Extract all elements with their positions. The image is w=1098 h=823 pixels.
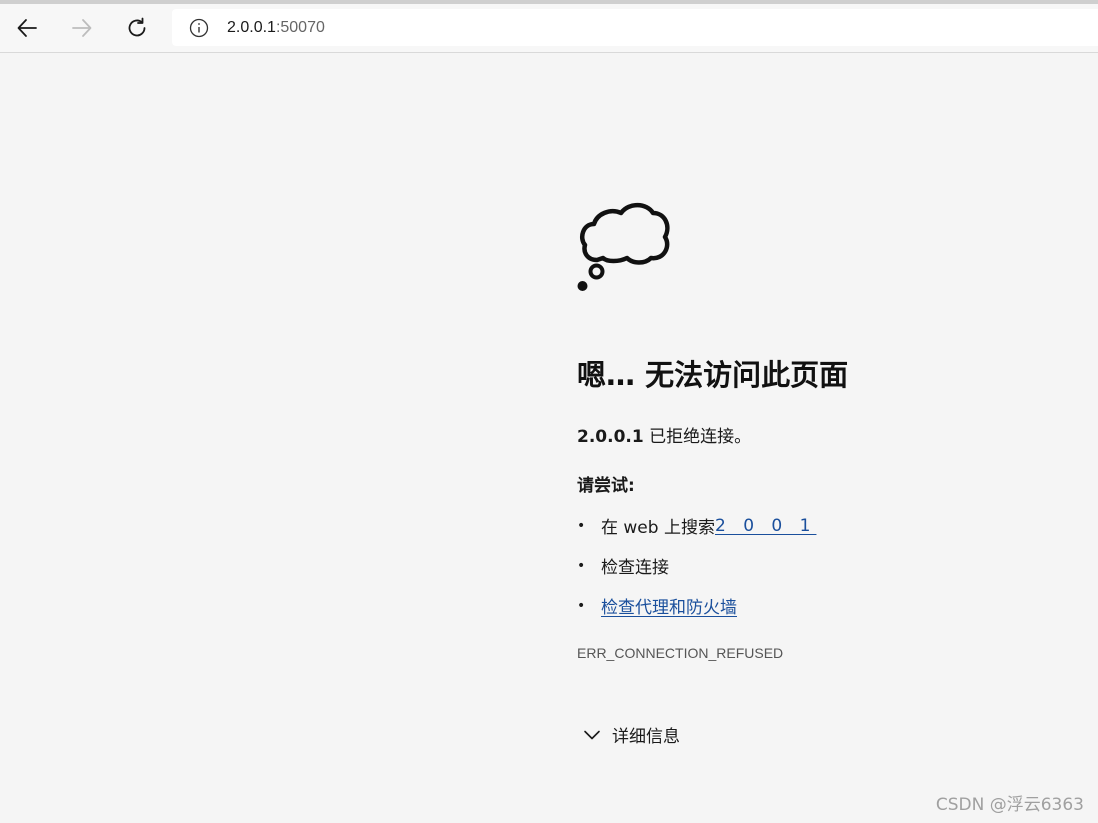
chevron-down-icon <box>584 730 600 739</box>
bullet: • <box>577 557 586 574</box>
refresh-icon <box>128 17 146 37</box>
thought-cloud-icon <box>577 202 670 291</box>
arrow-left-icon <box>17 19 37 37</box>
error-message: 2.0.0.1 已拒绝连接。 <box>577 422 751 447</box>
url-text[interactable]: 2.0.0.1:50070 <box>227 19 325 37</box>
error-host: 2.0.0.1 <box>577 427 644 447</box>
bullet: • <box>577 517 586 534</box>
browser-toolbar: 2.0.0.1:50070 <box>0 4 1098 53</box>
url-port: :50070 <box>275 18 325 36</box>
info-icon[interactable] <box>189 18 209 38</box>
suggestion-search-prefix: 在 web 上搜索 <box>601 518 715 538</box>
proxy-firewall-link[interactable]: 检查代理和防火墙 <box>601 593 737 618</box>
details-label: 详细信息 <box>612 727 680 747</box>
details-toggle[interactable]: 详细信息 <box>583 722 680 747</box>
suggestion-search: • 在 web 上搜索 2 0 0 1 <box>577 513 816 539</box>
bullet: • <box>577 597 586 614</box>
search-web-link[interactable]: 2 0 0 1 <box>715 516 816 536</box>
forward-button[interactable] <box>66 12 98 44</box>
suggestion-proxy-firewall: • 检查代理和防火墙 <box>577 593 737 619</box>
suggestion-check-connection: • 检查连接 <box>577 553 669 579</box>
error-code: ERR_CONNECTION_REFUSED <box>577 645 784 661</box>
try-heading: 请尝试: <box>577 476 635 496</box>
back-button[interactable] <box>11 12 43 44</box>
refresh-button[interactable] <box>121 12 153 44</box>
watermark: CSDN @浮云6363 <box>935 795 1084 815</box>
url-host: 2.0.0.1 <box>227 18 276 36</box>
check-connection-text: 检查连接 <box>601 558 669 578</box>
error-message-text: 已拒绝连接。 <box>643 427 752 447</box>
arrow-right-icon <box>72 19 92 37</box>
error-title: 嗯… 无法访问此页面 <box>577 358 849 392</box>
address-bar[interactable]: 2.0.0.1:50070 <box>172 9 1098 46</box>
